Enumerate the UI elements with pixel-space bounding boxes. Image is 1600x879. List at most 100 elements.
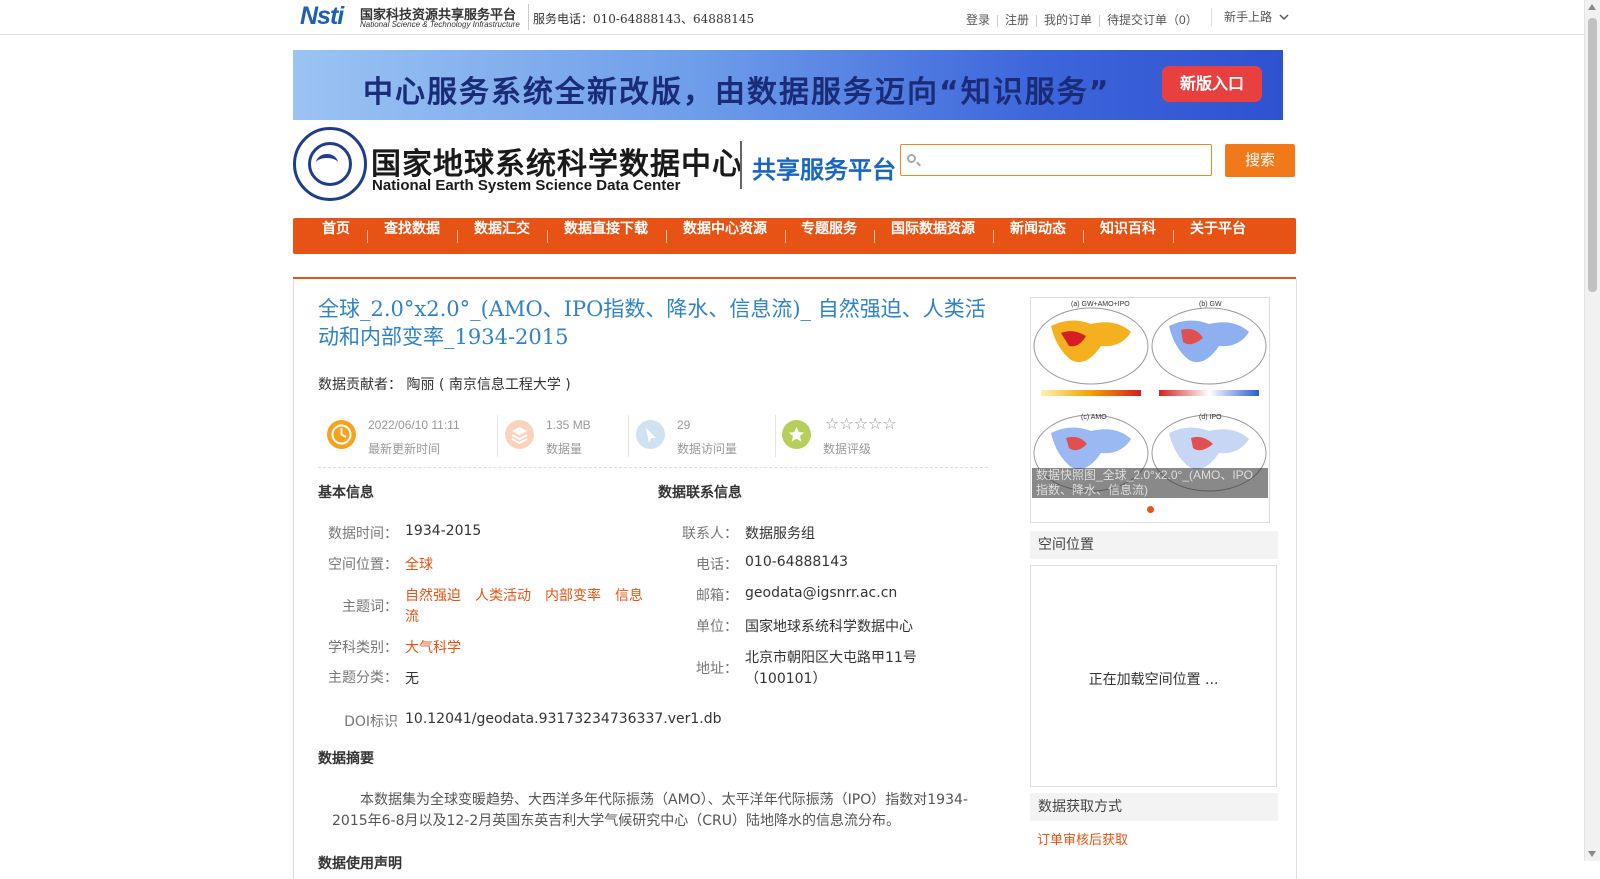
contact-unit-label: 单位： <box>696 619 738 635</box>
contact-phone-label: 电话： <box>696 557 738 573</box>
usage-statement-heading: 数据使用声明 <box>318 856 402 872</box>
keywords-label: 主题词： <box>342 599 398 615</box>
data-thumbnail-carousel[interactable]: (a) GW+AMO+IPO (b) GW (c) AMO (d) IPO 数据… <box>1030 297 1270 523</box>
beginner-guide-dropdown[interactable]: 新手上路 <box>1224 8 1289 25</box>
stat-rating-label: 数据评级 <box>823 442 872 456</box>
header-divider <box>740 141 742 189</box>
nav-separator <box>1173 230 1174 243</box>
discipline-link[interactable]: 大气科学 <box>405 637 461 657</box>
nav-direct-download[interactable]: 数据直接下载 <box>564 218 648 254</box>
contact-address-value: 北京市朝阳区大屯路甲11号 <box>745 650 917 666</box>
contact-unit-value: 国家地球系统科学数据中心 <box>745 619 913 635</box>
nav-special-services[interactable]: 专题服务 <box>801 218 857 254</box>
category-label: 主题分类： <box>328 670 398 686</box>
pending-orders-link[interactable]: 待提交订单（0） <box>1107 13 1198 27</box>
keywords-links-continued[interactable]: 流 <box>405 606 419 626</box>
keywords-links[interactable]: 自然强迫 人类活动 内部变率 信息 <box>405 585 643 605</box>
space-location-heading: 空间位置 <box>1030 531 1278 559</box>
stat-updated-label: 最新更新时间 <box>368 442 441 456</box>
space-link[interactable]: 全球 <box>405 554 433 574</box>
search-input[interactable] <box>923 145 1207 175</box>
nav-separator <box>547 230 548 243</box>
my-orders-link[interactable]: 我的订单 <box>1044 13 1092 27</box>
nav-find-data[interactable]: 查找数据 <box>384 218 440 254</box>
stat-rating: ☆☆☆☆☆ 数据评级 <box>782 412 922 460</box>
space-label: 空间位置： <box>328 557 398 573</box>
nav-international-data[interactable]: 国际数据资源 <box>891 218 975 254</box>
abstract-text: 本数据集为全球变暖趋势、大西洋多年代际振荡（AMO）、太平洋年代际振荡（IPO）… <box>332 792 968 829</box>
thumb-label-a: (a) GW+AMO+IPO <box>1071 301 1130 308</box>
stat-separator <box>628 415 629 457</box>
carousel-dot[interactable] <box>1147 506 1154 513</box>
abstract-heading: 数据摘要 <box>318 751 374 767</box>
seal-wave-icon <box>316 154 338 172</box>
center-title-en: National Earth System Science Data Cente… <box>372 177 681 194</box>
stats-divider <box>318 467 988 469</box>
new-version-button[interactable]: 新版入口 <box>1162 66 1262 102</box>
time-value: 1934-2015 <box>405 523 482 539</box>
nav-knowledge[interactable]: 知识百科 <box>1100 218 1156 254</box>
register-link[interactable]: 注册 <box>1005 13 1029 27</box>
topbar-divider <box>528 4 529 30</box>
dataset-contributor: 数据贡献者： 陶丽 ( 南京信息工程大学 ) <box>318 374 571 394</box>
stat-size-value: 1.35 MB <box>546 418 591 432</box>
thumb-label-d: (d) IPO <box>1199 414 1222 421</box>
nav-news[interactable]: 新闻动态 <box>1010 218 1066 254</box>
scroll-thumb[interactable] <box>1588 18 1597 292</box>
nav-home[interactable]: 首页 <box>322 218 350 254</box>
contributor-label: 数据贡献者： <box>318 377 402 393</box>
nav-separator <box>666 230 667 243</box>
platform-subtitle: 共享服务平台 <box>752 156 896 184</box>
nav-separator <box>457 230 458 243</box>
map-loading-text: 正在加载空间位置 ... <box>1088 672 1219 688</box>
top-bar: Nsti 国家科技资源共享服务平台 National Science & Tec… <box>0 0 1585 35</box>
search-box <box>900 144 1212 176</box>
nav-data-submission[interactable]: 数据汇交 <box>474 218 530 254</box>
stat-visits-value: 29 <box>677 418 691 432</box>
pointer-icon <box>636 420 665 449</box>
nav-separator <box>1083 230 1084 243</box>
nav-separator <box>993 230 994 243</box>
scroll-down-arrow-icon[interactable] <box>1588 851 1596 857</box>
main-nav: 首页 查找数据 数据汇交 数据直接下载 数据中心资源 专题服务 国际数据资源 新… <box>293 218 1296 254</box>
nsti-logo[interactable]: Nsti 国家科技资源共享服务平台 National Science & Tec… <box>300 2 522 30</box>
nav-center-resources[interactable]: 数据中心资源 <box>683 218 767 254</box>
nav-separator <box>367 230 368 243</box>
space-location-map[interactable]: 正在加载空间位置 ... <box>1030 565 1277 787</box>
login-link[interactable]: 登录 <box>966 13 990 27</box>
center-seal-logo[interactable] <box>293 127 367 201</box>
thumbnail-caption: 数据快照图_全球_2.0°x2.0°_(AMO、IPO指数、降水、信息流) <box>1032 468 1268 498</box>
contact-email-label: 邮箱： <box>696 588 738 604</box>
stat-size-label: 数据量 <box>546 442 583 456</box>
service-phone: 服务电话：010-64888143、64888145 <box>533 12 755 26</box>
guide-divider <box>1211 8 1212 26</box>
contact-info-heading: 数据联系信息 <box>658 485 742 501</box>
rating-stars[interactable]: ☆☆☆☆☆ <box>825 414 897 434</box>
contact-address-postcode: （100101） <box>745 671 827 687</box>
contact-phone-value: 010-64888143 <box>745 554 849 570</box>
beginner-guide-label: 新手上路 <box>1224 10 1273 24</box>
nsti-logo-en: National Science & Technology Infrastruc… <box>360 20 520 29</box>
promo-banner[interactable]: 中心服务系统全新改版，由数据服务迈向“知识服务” 新版入口 <box>293 50 1283 120</box>
category-value: 无 <box>405 671 419 687</box>
scroll-up-arrow-icon[interactable] <box>1588 4 1596 10</box>
thumb-label-b: (b) GW <box>1199 301 1222 308</box>
clock-icon <box>327 420 356 449</box>
stat-visits: 29 数据访问量 <box>636 412 766 460</box>
page-scrollbar[interactable] <box>1584 0 1600 861</box>
doi-value[interactable]: 10.12041/geodata.93173234736337.ver1.db <box>405 711 722 727</box>
top-links: 登录 注册 我的订单 待提交订单（0） <box>966 11 1198 28</box>
stat-size: 1.35 MB 数据量 <box>505 412 625 460</box>
doi-label: DOI标识 <box>344 714 398 730</box>
banner-text: 中心服务系统全新改版，由数据服务迈向“知识服务” <box>363 75 1111 110</box>
search-button[interactable]: 搜索 <box>1225 144 1295 177</box>
nsti-logo-word: Nsti <box>300 2 344 30</box>
dataset-title: 全球_2.0°x2.0°_(AMO、IPO指数、降水、信息流)_ 自然强迫、人类… <box>318 297 986 349</box>
basic-info-heading: 基本信息 <box>318 485 374 501</box>
nav-about[interactable]: 关于平台 <box>1190 218 1246 254</box>
nav-separator <box>785 230 786 243</box>
order-review-link[interactable]: 订单审核后获取 <box>1037 829 1128 848</box>
contact-email-value[interactable]: geodata@igsnrr.ac.cn <box>745 585 897 601</box>
stat-separator <box>497 415 498 457</box>
thumb-label-c: (c) AMO <box>1081 414 1107 421</box>
